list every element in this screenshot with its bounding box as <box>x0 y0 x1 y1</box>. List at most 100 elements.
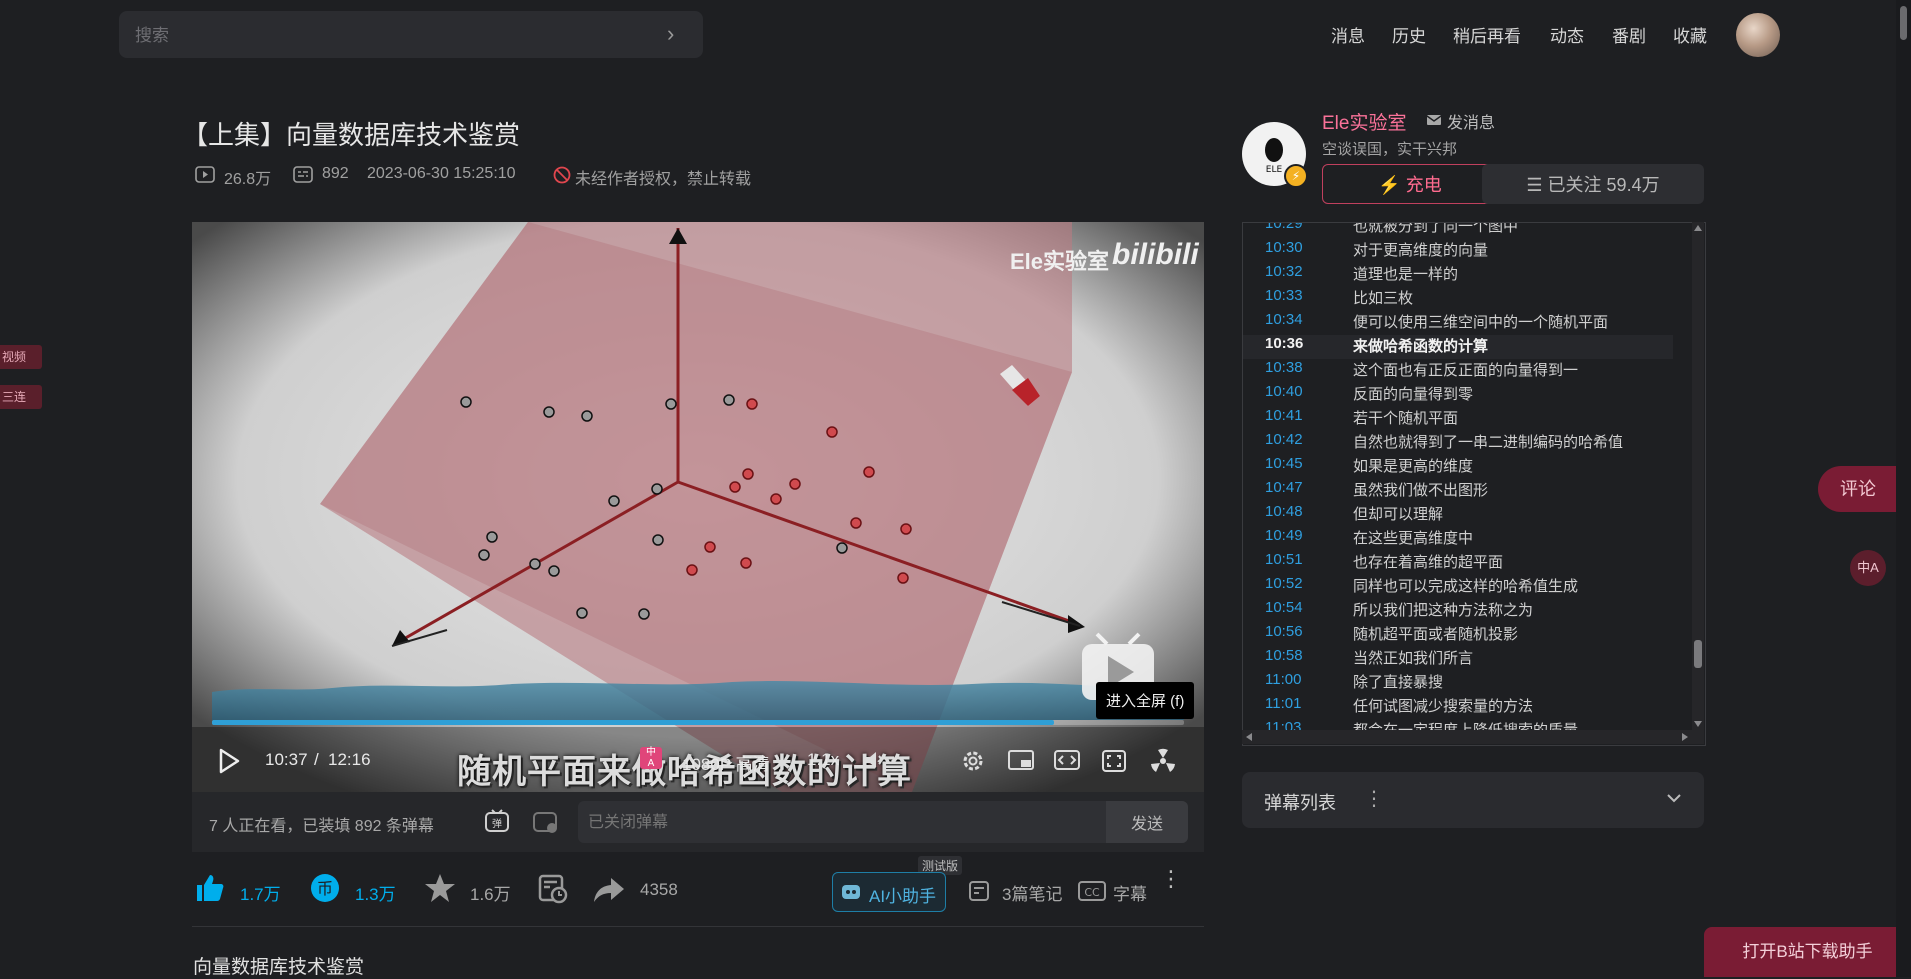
nav-favorites[interactable]: 收藏 <box>1673 22 1707 47</box>
watch-later-icon[interactable] <box>538 874 568 904</box>
transcript-time[interactable]: 10:45 <box>1265 455 1303 472</box>
danmaku-toggle-icon[interactable]: 弹 <box>484 808 512 836</box>
settings-gear-icon[interactable] <box>960 748 986 774</box>
side-tab-video[interactable]: 视频 <box>0 345 42 369</box>
side-tab-triple[interactable]: 三连 <box>0 385 42 409</box>
nav-messages[interactable]: 消息 <box>1331 22 1365 47</box>
danmaku-input-box[interactable]: 发送 <box>578 801 1188 845</box>
radiation-icon[interactable] <box>1150 748 1176 774</box>
subtitle-toggle-icon[interactable]: 中A <box>640 747 662 769</box>
transcript-time[interactable]: 10:36 <box>1265 335 1303 352</box>
danmaku-input[interactable] <box>586 801 1090 845</box>
transcript-row[interactable]: 10:47 虽然我们做不出图形 <box>1243 479 1673 503</box>
subtitle-button[interactable]: 字幕 <box>1113 880 1147 905</box>
transcript-time[interactable]: 10:40 <box>1265 383 1303 400</box>
transcript-row[interactable]: 10:33 比如三枚 <box>1243 287 1673 311</box>
charge-button[interactable]: ⚡ 充电 <box>1322 164 1498 204</box>
more-vertical-icon[interactable]: ⋮ <box>1160 868 1182 890</box>
download-helper-button[interactable]: 打开B站下载助手 <box>1704 927 1911 977</box>
widescreen-icon[interactable] <box>1054 750 1080 772</box>
send-message-button[interactable]: 发消息 <box>1447 109 1495 133</box>
transcript-row[interactable]: 10:38 这个面也有正反正面的向量得到一 <box>1243 359 1673 383</box>
transcript-row[interactable]: 10:51 也存在着高维的超平面 <box>1243 551 1673 575</box>
transcript-row[interactable]: 10:36 来做哈希函数的计算 <box>1243 335 1673 359</box>
comment-float-button[interactable]: 评论 <box>1818 466 1898 512</box>
coin-count[interactable]: 1.3万 <box>355 880 396 905</box>
transcript-time[interactable]: 10:54 <box>1265 599 1303 616</box>
ai-assistant-button[interactable]: AI小助手 <box>832 872 946 912</box>
notes-button[interactable]: 3篇笔记 <box>1002 880 1062 905</box>
transcript-row[interactable]: 10:54 所以我们把这种方法称之为 <box>1243 599 1673 623</box>
transcript-row[interactable]: 10:29 也就被分到了同一个图中 <box>1243 223 1673 239</box>
mail-icon[interactable] <box>1426 112 1442 128</box>
play-icon[interactable] <box>218 748 240 774</box>
page-scrollbar-thumb[interactable] <box>1900 6 1907 40</box>
transcript-time[interactable]: 10:48 <box>1265 503 1303 520</box>
follow-button[interactable]: ☰ 已关注 59.4万 <box>1482 164 1704 204</box>
up-avatar[interactable]: ELE ⚡ <box>1242 122 1308 188</box>
notes-icon[interactable] <box>968 880 992 902</box>
nav-dynamics[interactable]: 动态 <box>1550 22 1584 47</box>
fullscreen-icon[interactable] <box>1102 749 1126 773</box>
transcript-time[interactable]: 10:52 <box>1265 575 1303 592</box>
transcript-row[interactable]: 10:30 对于更高维度的向量 <box>1243 239 1673 263</box>
transcript-row[interactable]: 10:56 随机超平面或者随机投影 <box>1243 623 1673 647</box>
transcript-time[interactable]: 10:58 <box>1265 647 1303 664</box>
transcript-scrollbar[interactable] <box>1692 222 1704 744</box>
danmaku-list-panel[interactable]: 弹幕列表 ⋮ <box>1242 772 1704 828</box>
transcript-time[interactable]: 10:34 <box>1265 311 1303 328</box>
transcript-row[interactable]: 10:52 同样也可以完成这样的哈希值生成 <box>1243 575 1673 599</box>
transcript-panel[interactable]: 10:29 也就被分到了同一个图中 10:30 对于更高维度的向量 10:32 道理也是一… <box>1242 222 1706 746</box>
nav-bangumi[interactable]: 番剧 <box>1612 22 1646 47</box>
transcript-time[interactable]: 11:01 <box>1265 695 1301 712</box>
like-thumb-icon[interactable] <box>194 872 226 904</box>
search-input[interactable] <box>133 11 657 60</box>
transcript-time[interactable]: 10:33 <box>1265 287 1303 304</box>
search-box[interactable]: › <box>119 11 703 60</box>
transcript-row[interactable]: 10:49 在这些更高维度中 <box>1243 527 1673 551</box>
transcript-row[interactable]: 10:40 反面的向量得到零 <box>1243 383 1673 407</box>
transcript-time[interactable]: 10:47 <box>1265 479 1303 496</box>
transcript-row[interactable]: 10:41 若干个随机平面 <box>1243 407 1673 431</box>
transcript-row[interactable]: 10:48 但却可以理解 <box>1243 503 1673 527</box>
transcript-time[interactable]: 10:29 <box>1265 223 1303 232</box>
transcript-row[interactable]: 10:45 如果是更高的维度 <box>1243 455 1673 479</box>
up-name[interactable]: Ele实验室 <box>1322 108 1406 135</box>
favorite-count[interactable]: 1.6万 <box>470 880 511 905</box>
transcript-row[interactable]: 10:34 便可以使用三维空间中的一个随机平面 <box>1243 311 1673 335</box>
like-count[interactable]: 1.7万 <box>240 880 281 905</box>
chevron-down-icon[interactable] <box>1666 792 1682 804</box>
coin-icon[interactable]: 币 <box>310 873 340 903</box>
transcript-time[interactable]: 11:00 <box>1265 671 1301 688</box>
speed-selector[interactable]: 1.1x <box>807 750 839 770</box>
danmaku-send-button[interactable]: 发送 <box>1106 801 1188 843</box>
translate-icon[interactable]: 中A <box>1850 550 1886 586</box>
page-scrollbar[interactable] <box>1896 0 1911 977</box>
quality-selector[interactable]: 1080P 高清 <box>682 750 770 775</box>
transcript-row[interactable]: 11:00 除了直接暴搜 <box>1243 671 1673 695</box>
video-player[interactable]: Ele实验室 bilibili 10:37 / 12:16 随机平面来做哈希函数… <box>192 222 1204 792</box>
transcript-time[interactable]: 10:38 <box>1265 359 1303 376</box>
favorite-star-icon[interactable] <box>424 873 456 903</box>
transcript-hscrollbar[interactable] <box>1242 730 1704 744</box>
transcript-time[interactable]: 10:49 <box>1265 527 1303 544</box>
danmaku-settings-icon[interactable] <box>532 808 560 836</box>
transcript-row[interactable]: 10:58 当然正如我们所言 <box>1243 647 1673 671</box>
transcript-time[interactable]: 10:51 <box>1265 551 1303 568</box>
transcript-row[interactable]: 10:32 道理也是一样的 <box>1243 263 1673 287</box>
more-vertical-icon[interactable]: ⋮ <box>1364 786 1384 811</box>
nav-watch-later[interactable]: 稍后再看 <box>1453 22 1521 47</box>
transcript-time[interactable]: 10:32 <box>1265 263 1303 280</box>
chevron-right-icon[interactable]: › <box>667 23 689 45</box>
picture-in-picture-icon[interactable] <box>1008 750 1034 772</box>
transcript-time[interactable]: 10:56 <box>1265 623 1303 640</box>
share-count[interactable]: 4358 <box>640 880 678 900</box>
transcript-row[interactable]: 11:01 任何试图减少搜索量的方法 <box>1243 695 1673 719</box>
subtitle-cc-icon[interactable]: CC <box>1078 881 1106 901</box>
volume-icon[interactable] <box>862 748 886 772</box>
transcript-row[interactable]: 10:42 自然也就得到了一串二进制编码的哈希值 <box>1243 431 1673 455</box>
transcript-time[interactable]: 10:30 <box>1265 239 1303 256</box>
transcript-time[interactable]: 10:41 <box>1265 407 1303 424</box>
share-arrow-icon[interactable] <box>592 876 626 904</box>
transcript-time[interactable]: 10:42 <box>1265 431 1303 448</box>
